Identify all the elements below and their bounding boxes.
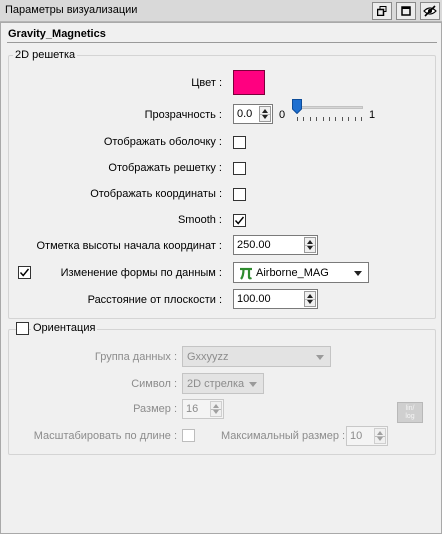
transparency-spinbox[interactable]: 0.0 xyxy=(233,104,273,124)
orientation-legend: Ориентация xyxy=(31,322,98,334)
slider-tick xyxy=(303,117,305,121)
reshape-enable-checkbox[interactable] xyxy=(18,266,31,279)
hide-button[interactable] xyxy=(420,2,440,20)
restore-windows-icon xyxy=(377,6,387,16)
show-grid-label: Отображать решетку : xyxy=(108,162,222,174)
distance-value: 100.00 xyxy=(237,293,271,305)
lin-log-button[interactable]: lin/ log xyxy=(397,402,423,423)
object-name: Gravity_Magnetics xyxy=(8,28,106,40)
maximize-icon xyxy=(401,6,411,16)
grid-group-legend: 2D решетка xyxy=(13,49,78,61)
transparency-slider-track[interactable] xyxy=(293,106,363,109)
window-title: Параметры визуализации xyxy=(5,4,138,16)
height-mark-value: 250.00 xyxy=(237,239,271,251)
pi-icon xyxy=(240,267,252,280)
slider-tick xyxy=(297,117,298,121)
show-coords-checkbox[interactable] xyxy=(233,188,246,201)
max-size-label: Максимальный размер : xyxy=(221,430,346,442)
symbol-combo[interactable]: 2D стрелка xyxy=(182,373,264,394)
data-group-label: Группа данных : xyxy=(94,351,177,363)
show-coords-label: Отображать координаты : xyxy=(90,188,222,200)
show-shell-label: Отображать оболочку : xyxy=(103,136,222,148)
spin-buttons[interactable] xyxy=(374,428,386,444)
distance-spinbox[interactable]: 100.00 xyxy=(233,289,318,309)
smooth-checkbox[interactable] xyxy=(233,214,246,227)
size-value: 16 xyxy=(186,403,199,415)
distance-label: Расстояние от плоскости : xyxy=(87,294,222,306)
data-group-combo[interactable]: Gxxyyzz xyxy=(182,346,331,367)
orientation-checkbox[interactable] xyxy=(16,322,29,335)
height-mark-label: Отметка высоты начала координат : xyxy=(36,240,222,252)
slider-tick xyxy=(316,117,318,121)
size-spinbox[interactable]: 16 xyxy=(182,399,224,419)
reshape-label: Изменение формы по данным : xyxy=(60,267,222,279)
visualization-panel: Gravity_Magnetics 2D решетка Цвет : Проз… xyxy=(0,22,442,534)
slider-tick xyxy=(309,117,311,121)
data-group-value: Gxxyyzz xyxy=(187,351,229,363)
lin-log-label: lin/ log xyxy=(405,405,415,420)
height-mark-spinbox[interactable]: 250.00 xyxy=(233,235,318,255)
scale-by-length-label: Масштабировать по длине : xyxy=(33,430,177,442)
color-swatch[interactable] xyxy=(233,70,265,95)
spin-buttons[interactable] xyxy=(304,291,316,307)
color-label: Цвет : xyxy=(191,77,222,89)
show-grid-checkbox[interactable] xyxy=(233,162,246,175)
max-size-spinbox[interactable]: 10 xyxy=(346,426,388,446)
slider-tick xyxy=(348,117,350,121)
spin-buttons[interactable] xyxy=(304,237,316,253)
symbol-value: 2D стрелка xyxy=(187,378,245,390)
show-shell-checkbox[interactable] xyxy=(233,136,246,149)
restore-button[interactable] xyxy=(372,2,392,20)
scale-by-length-checkbox[interactable] xyxy=(182,429,195,442)
max-size-value: 10 xyxy=(350,430,363,442)
reshape-data-combo[interactable]: Airborne_MAG xyxy=(233,262,369,283)
slider-tick xyxy=(335,117,337,121)
chevron-down-icon xyxy=(354,271,362,276)
slider-max-label: 1 xyxy=(369,109,376,121)
title-bar: Параметры визуализации xyxy=(0,0,442,22)
spin-buttons[interactable] xyxy=(259,106,271,122)
slider-min-label: 0 xyxy=(279,109,286,121)
transparency-label: Прозрачность : xyxy=(144,109,222,121)
chevron-down-icon xyxy=(316,355,324,360)
slider-tick xyxy=(361,117,362,121)
object-name-divider xyxy=(7,42,437,43)
spin-buttons[interactable] xyxy=(210,401,222,417)
checkmark-icon xyxy=(19,268,30,277)
size-label: Размер : xyxy=(133,403,177,415)
slider-tick xyxy=(322,117,324,121)
chevron-down-icon xyxy=(249,382,257,387)
transparency-value: 0.0 xyxy=(237,108,253,120)
smooth-label: Smooth : xyxy=(177,214,222,226)
slider-tick xyxy=(354,117,356,121)
maximize-button[interactable] xyxy=(396,2,416,20)
checkmark-icon xyxy=(234,216,245,225)
slider-tick xyxy=(329,117,330,121)
eye-off-icon xyxy=(423,5,437,17)
slider-tick xyxy=(341,117,343,121)
transparency-slider-thumb[interactable] xyxy=(292,99,302,114)
grid-group xyxy=(8,55,436,319)
symbol-label: Символ : xyxy=(131,378,177,390)
reshape-data-value: Airborne_MAG xyxy=(256,267,329,279)
